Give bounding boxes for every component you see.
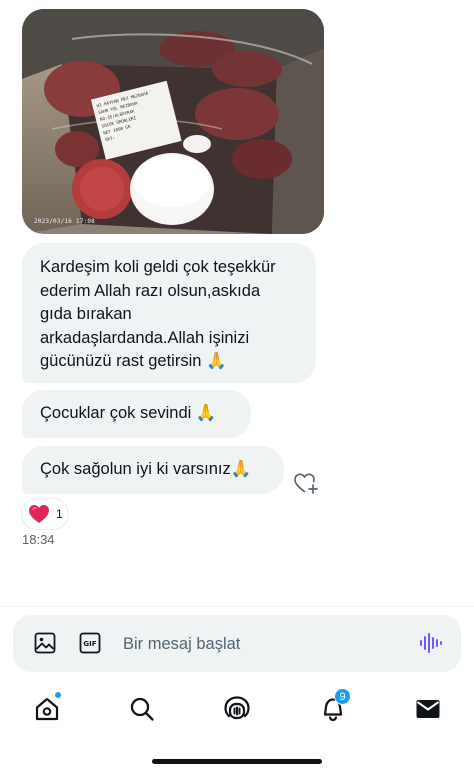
message-line: gücünüzü rast getirsin 🙏: [40, 352, 227, 370]
message-bubble[interactable]: Çok sağolun iyi ki varsınız🙏: [22, 446, 284, 494]
heart-icon: [29, 505, 49, 523]
photo-image: HI HAYVAN MEZ MEZBAHA SAHR YOL MEZBAHA N…: [22, 9, 324, 234]
search-icon: [130, 697, 154, 721]
message-line: arkadaşlardanda.Allah işinizi: [40, 328, 250, 347]
message-text: Çok sağolun iyi ki varsınız🙏: [40, 460, 252, 478]
tab-home[interactable]: [32, 691, 62, 724]
gif-icon[interactable]: GIF: [78, 631, 102, 655]
voice-message-icon[interactable]: [418, 631, 442, 655]
message-composer: GIF: [13, 615, 461, 672]
message-line: ederim Allah razı olsun,askıda: [40, 281, 261, 300]
reaction-count: 1: [56, 507, 63, 521]
tab-notifications[interactable]: 9: [318, 688, 351, 724]
photo-message[interactable]: HI HAYVAN MEZ MEZBAHA SAHR YOL MEZBAHA N…: [22, 9, 324, 234]
message-text: Çocuklar çok sevindi 🙏: [40, 404, 217, 422]
message-bubble[interactable]: Kardeşim koli geldi çok teşekkür ederim …: [22, 243, 316, 383]
svg-text:GIF: GIF: [83, 640, 96, 648]
tab-messages[interactable]: [413, 694, 443, 724]
notifications-badge: 9: [334, 688, 351, 705]
bottom-tab-bar: 9: [0, 684, 474, 734]
reaction-chip[interactable]: 1: [22, 499, 68, 529]
message-timestamp: 18:34: [22, 532, 55, 547]
message-line: Kardeşim koli geldi çok teşekkür: [40, 258, 276, 276]
message-line: gıda bırakan: [40, 305, 132, 323]
home-indicator: [152, 759, 322, 764]
home-notification-dot: [54, 691, 62, 699]
home-icon: [35, 697, 59, 721]
spaces-icon: [224, 696, 250, 720]
photo-timestamp: 2023/03/16 17:08: [34, 218, 95, 225]
tab-spaces[interactable]: [222, 694, 252, 724]
message-input[interactable]: [123, 629, 383, 659]
envelope-icon: [416, 700, 440, 718]
divider: [0, 606, 474, 607]
add-reaction-icon[interactable]: [293, 471, 319, 495]
tab-search[interactable]: [127, 694, 157, 724]
image-icon[interactable]: [33, 631, 57, 655]
message-bubble[interactable]: Çocuklar çok sevindi 🙏: [22, 390, 251, 438]
